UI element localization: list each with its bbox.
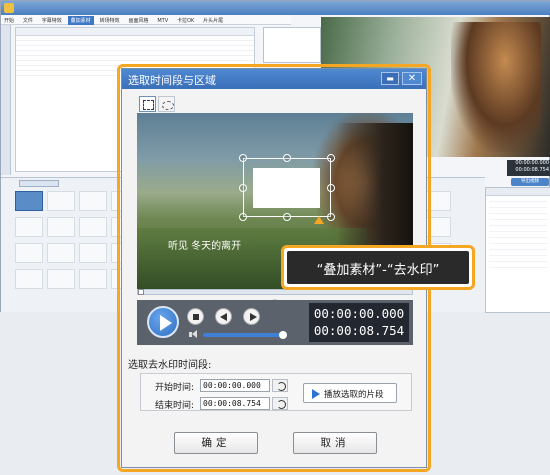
thumbnail[interactable]	[47, 243, 75, 263]
next-frame-button[interactable]	[243, 308, 260, 325]
menu-item-active[interactable]: 叠加素材	[67, 16, 94, 25]
watermark-selection-box[interactable]	[243, 158, 331, 217]
left-nav-strip	[1, 25, 11, 175]
thumbnail[interactable]	[47, 217, 75, 237]
end-time-field[interactable]: 00:00:08.754	[200, 397, 270, 410]
timeline-tab[interactable]	[19, 180, 59, 187]
app-logo-icon	[4, 3, 14, 13]
time-display: 00:00:00.000 00:00:08.754	[309, 303, 409, 342]
menu-item[interactable]: 卡拉OK	[174, 16, 197, 25]
callout-box: “叠加素材”-“去水印”	[287, 251, 469, 284]
menu-item[interactable]: 画面风格	[125, 16, 151, 25]
annotation-callout: “叠加素材”-“去水印”	[281, 245, 475, 290]
resize-handle[interactable]	[327, 154, 335, 162]
settings-panel	[263, 27, 321, 63]
seek-knob[interactable]	[138, 289, 144, 295]
play-segment-label: 播放选取的片段	[324, 390, 384, 400]
thumbnail-selected[interactable]	[15, 191, 43, 211]
resize-handle[interactable]	[239, 154, 247, 162]
app-title-bar	[1, 1, 550, 15]
menu-item[interactable]: 转场特效	[97, 16, 123, 25]
thumbnail[interactable]	[79, 269, 107, 289]
thumbnail[interactable]	[15, 217, 43, 237]
menu-item[interactable]: 字幕特效	[39, 16, 65, 25]
resize-handle[interactable]	[239, 184, 247, 192]
minimize-button[interactable]: ▬	[381, 72, 399, 85]
cancel-button[interactable]: 取消	[293, 432, 377, 454]
volume-knob[interactable]	[279, 331, 287, 339]
timecode-total: 00:00:08.754	[515, 167, 549, 173]
volume-slider[interactable]	[203, 333, 283, 337]
menu-item[interactable]: 开始	[1, 16, 17, 25]
resize-handle[interactable]	[239, 213, 247, 221]
start-time-field[interactable]: 00:00:00.000	[200, 379, 270, 392]
start-time-label: 开始时间:	[155, 383, 195, 393]
reset-end-time-icon[interactable]	[272, 397, 288, 410]
resize-handle[interactable]	[283, 154, 291, 162]
callout-text: “叠加素材”-“去水印”	[316, 263, 440, 278]
resize-handle[interactable]	[327, 184, 335, 192]
volume-icon[interactable]	[189, 330, 199, 339]
ellipse-select-tool-icon[interactable]	[158, 96, 175, 112]
thumbnail[interactable]	[79, 191, 107, 211]
thumbnail[interactable]	[47, 191, 75, 211]
resize-handle[interactable]	[283, 213, 291, 221]
close-button[interactable]: ✕	[402, 72, 422, 85]
stop-button[interactable]	[187, 308, 204, 325]
dialog-title: 选取时间段与区域	[128, 74, 216, 87]
export-video-button[interactable]: 导出视频	[511, 178, 549, 186]
dialog-title-bar: 选取时间段与区域 ▬ ✕	[122, 69, 426, 89]
play-segment-button[interactable]: 播放选取的片段	[303, 383, 397, 403]
play-icon	[312, 389, 320, 399]
menu-item[interactable]: 片头片尾	[200, 16, 226, 25]
resize-handle[interactable]	[327, 213, 335, 221]
total-time: 00:00:08.754	[313, 323, 405, 338]
play-button[interactable]	[147, 306, 179, 338]
thumbnail[interactable]	[15, 269, 43, 289]
properties-pane	[485, 187, 550, 313]
watermark-region-fill	[253, 168, 320, 208]
thumbnail[interactable]	[79, 217, 107, 237]
rectangle-select-tool-icon[interactable]	[139, 96, 156, 112]
thumbnail[interactable]	[15, 243, 43, 263]
timecode-current: 00:00:00.000	[515, 160, 549, 166]
end-time-label: 结束时间:	[155, 401, 195, 411]
app-menu-bar: 开始 文件 字幕特效 叠加素材 转场特效 画面风格 MTV 卡拉OK 片头片尾	[1, 15, 291, 25]
list-header	[16, 28, 254, 36]
reset-start-time-icon[interactable]	[272, 379, 288, 392]
section-title: 选取去水印时间段:	[128, 360, 212, 371]
menu-item[interactable]: 文件	[20, 16, 36, 25]
playback-controls: 00:00:00.000 00:00:08.754	[137, 300, 413, 345]
previous-frame-button[interactable]	[215, 308, 232, 325]
callout-pointer	[314, 216, 324, 224]
background-timecode: 00:00:00.000 00:00:08.754	[507, 160, 550, 176]
current-time: 00:00:00.000	[313, 306, 405, 321]
menu-item[interactable]: MTV	[154, 17, 171, 25]
video-subtitle: 听见 冬天的离开	[168, 241, 242, 252]
ok-button[interactable]: 确定	[174, 432, 258, 454]
thumbnail[interactable]	[47, 269, 75, 289]
thumbnail[interactable]	[79, 243, 107, 263]
